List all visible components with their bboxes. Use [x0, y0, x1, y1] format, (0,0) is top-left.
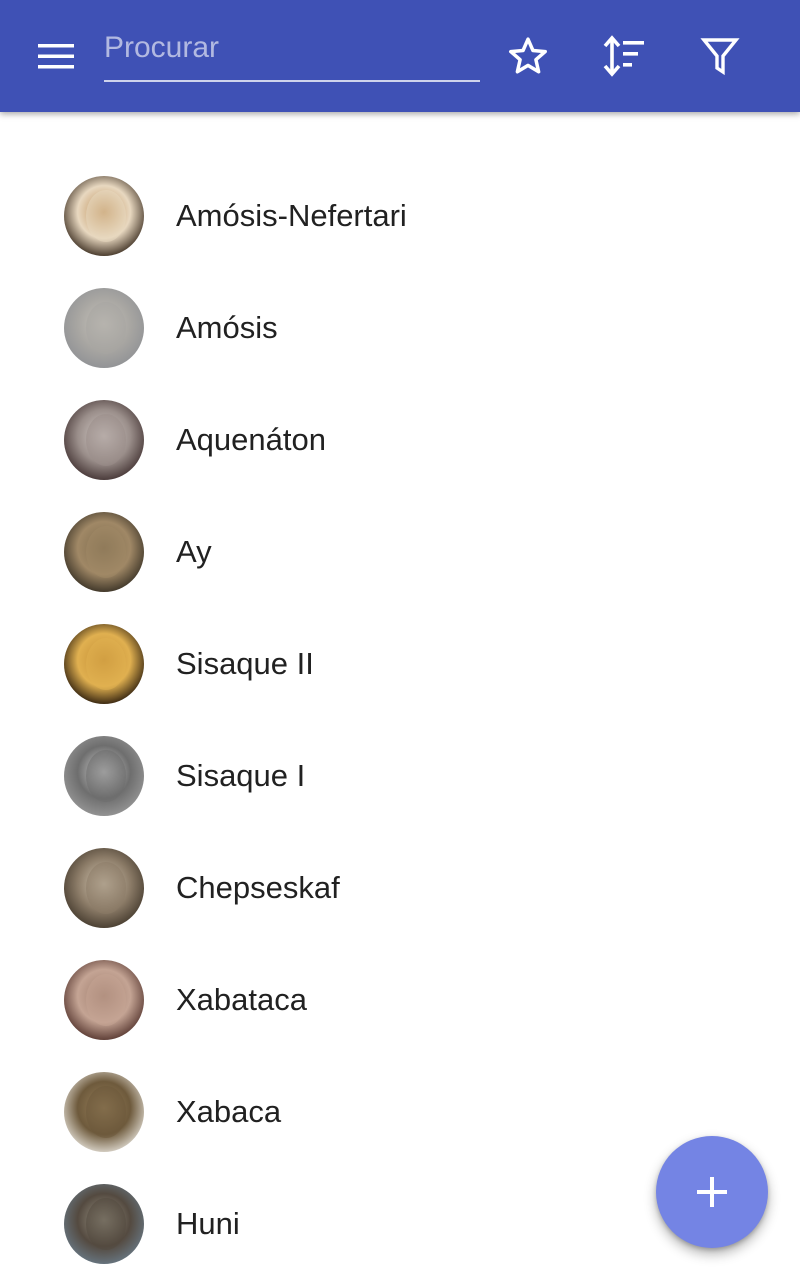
filter-icon — [700, 38, 740, 76]
portrait-image — [64, 960, 144, 1040]
add-icon — [697, 1177, 727, 1207]
item-name: Xabataca — [176, 982, 307, 1017]
item-name: Amósis — [176, 310, 278, 345]
item-name: Aquenáton — [176, 422, 326, 457]
list-item[interactable]: Amósis — [0, 272, 800, 384]
pharaoh-list: Amósis-Nefertari Amósis Aquenáton Ay Sisaque… — [0, 160, 800, 1280]
portrait-image — [64, 176, 144, 256]
avatar — [64, 736, 144, 816]
sort-icon — [603, 35, 644, 77]
list-item[interactable]: Chepseskaf — [0, 832, 800, 944]
item-name: Chepseskaf — [176, 870, 340, 905]
search-input[interactable] — [104, 24, 480, 72]
avatar — [64, 1072, 144, 1152]
sort-button[interactable] — [596, 28, 652, 84]
avatar — [64, 960, 144, 1040]
list-item[interactable]: Sisaque II — [0, 608, 800, 720]
portrait-image — [64, 624, 144, 704]
item-name: Ay — [176, 534, 212, 569]
portrait-image — [64, 400, 144, 480]
item-name: Xabaca — [176, 1094, 282, 1129]
portrait-image — [64, 1184, 144, 1264]
list-item[interactable]: Ay — [0, 496, 800, 608]
portrait-image — [64, 288, 144, 368]
portrait-image — [64, 512, 144, 592]
list-item[interactable]: Sisaque I — [0, 720, 800, 832]
add-button[interactable] — [656, 1136, 768, 1248]
item-name: Huni — [176, 1206, 240, 1241]
avatar — [64, 1184, 144, 1264]
list-item[interactable]: Aquenáton — [0, 384, 800, 496]
avatar — [64, 400, 144, 480]
filter-button[interactable] — [692, 28, 748, 84]
list-item[interactable]: Xabataca — [0, 944, 800, 1056]
portrait-image — [64, 848, 144, 928]
avatar — [64, 176, 144, 256]
item-name: Sisaque II — [176, 646, 314, 681]
item-name: Sisaque I — [176, 758, 306, 793]
avatar — [64, 512, 144, 592]
search-field[interactable] — [104, 24, 480, 82]
avatar — [64, 624, 144, 704]
portrait-image — [64, 736, 144, 816]
app-bar — [0, 0, 800, 112]
portrait-image — [64, 1072, 144, 1152]
avatar — [64, 848, 144, 928]
item-name: Amósis-Nefertari — [176, 198, 407, 233]
menu-button[interactable] — [28, 28, 84, 84]
favorites-button[interactable] — [500, 28, 556, 84]
list-item[interactable]: Amósis-Nefertari — [0, 160, 800, 272]
menu-icon — [38, 44, 74, 69]
star-outline-icon — [509, 37, 547, 74]
avatar — [64, 288, 144, 368]
